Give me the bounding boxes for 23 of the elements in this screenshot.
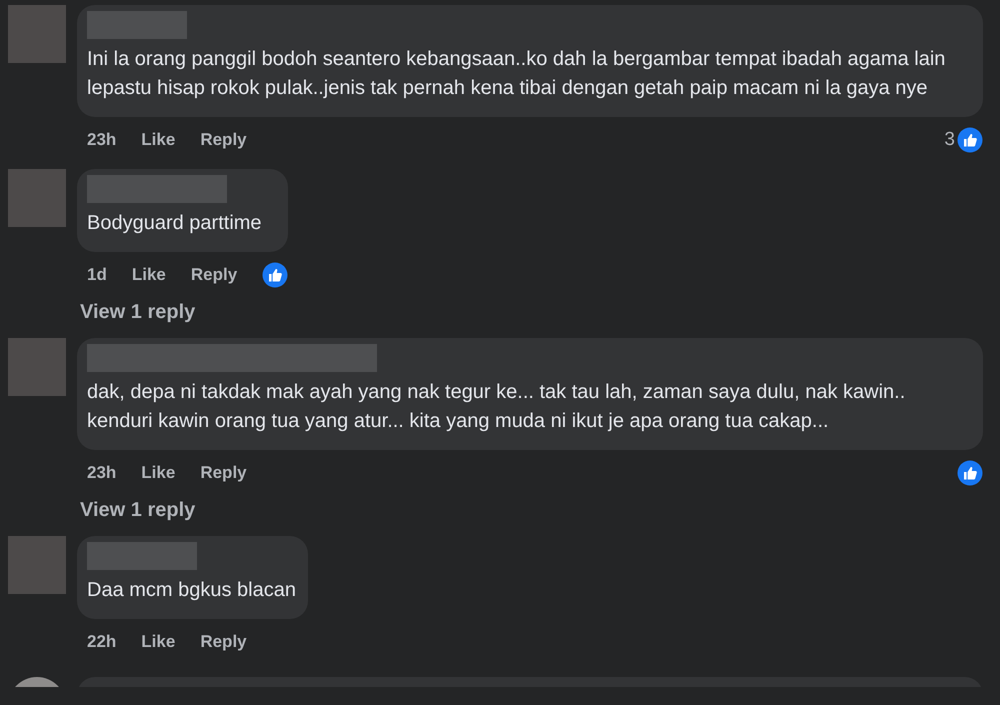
avatar-placeholder bbox=[8, 169, 66, 227]
like-link[interactable]: Like bbox=[141, 632, 176, 652]
like-link[interactable]: Like bbox=[141, 130, 176, 150]
comment-time: 23h bbox=[87, 463, 116, 483]
comment-text: dak, depa ni takdak mak ayah yang nak tegur ke... tak tau lah, zaman saya dulu, nak kawin.. kenduri kawin orang tua yang atur... kita yang muda ni ikut je apa orang tua cakap... bbox=[87, 380, 906, 434]
comment-text: Bodyguard parttime bbox=[87, 211, 263, 236]
view-replies-link[interactable]: View 1 reply bbox=[80, 499, 196, 521]
avatar-placeholder bbox=[8, 5, 66, 63]
like-link[interactable]: Like bbox=[141, 463, 176, 483]
comment-time: 22h bbox=[87, 632, 116, 652]
avatar-placeholder bbox=[8, 338, 66, 396]
like-link[interactable]: Like bbox=[132, 265, 166, 285]
view-replies-link[interactable]: View 1 reply bbox=[80, 301, 196, 323]
reply-link[interactable]: Reply bbox=[200, 463, 247, 483]
comment-text: Daa mcm bgkus blacan bbox=[87, 578, 296, 603]
reply-link[interactable]: Reply bbox=[190, 265, 238, 285]
reply-link[interactable]: Reply bbox=[200, 632, 247, 652]
comment-time: 23h bbox=[87, 130, 116, 150]
reply-link[interactable]: Reply bbox=[200, 130, 247, 150]
avatar-placeholder bbox=[8, 536, 66, 594]
comment-text: Ini la orang panggil bodoh seantero kebangsaan..ko dah la bergambar tempat ibadah agama lain lepastu hisap rokok pulak..jenis tak pernah kena tibai dengan getah paip macam ni la gaya nye bbox=[87, 47, 946, 101]
reaction-count: 3 bbox=[944, 130, 955, 150]
comment-time: 1d bbox=[87, 265, 107, 285]
